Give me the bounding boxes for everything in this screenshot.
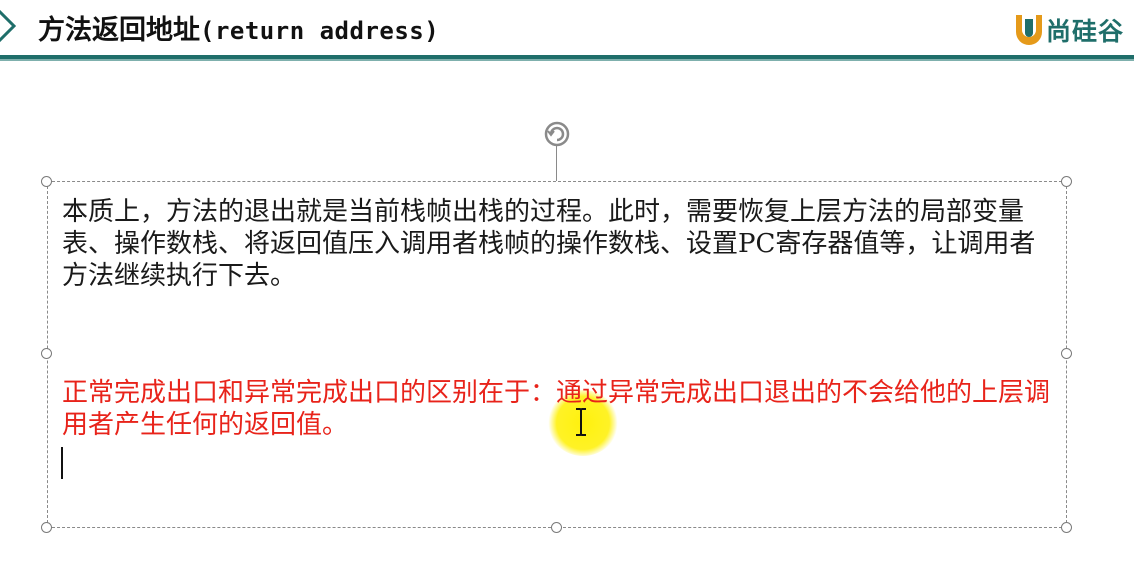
logo-icon — [1016, 15, 1042, 45]
i-beam-cursor-icon — [576, 408, 586, 436]
chevron-right-icon — [0, 9, 17, 43]
slide-title-chinese: 方法返回地址 — [38, 15, 200, 46]
resize-handle-middle-left[interactable] — [41, 348, 52, 359]
resize-handle-top-right[interactable] — [1061, 176, 1072, 187]
slide-header: 方法返回地址(return address) 尚硅谷 — [0, 0, 1134, 56]
resize-handle-top-left[interactable] — [41, 176, 52, 187]
highlighted-paragraph[interactable]: 正常完成出口和异常完成出口的区别在于：通过异常完成出口退出的不会给他的上层调用者… — [62, 377, 1052, 441]
brand-logo: 尚硅谷 — [1016, 12, 1134, 48]
logo-text: 尚硅谷 — [1046, 17, 1125, 46]
body-paragraph[interactable]: 本质上，方法的退出就是当前栈帧出栈的过程。此时，需要恢复上层方法的局部变量表、操… — [62, 196, 1052, 292]
slide-title-english: (return address) — [200, 17, 440, 45]
rotate-stem — [556, 146, 557, 181]
resize-handle-bottom-left[interactable] — [41, 522, 52, 533]
resize-handle-bottom-right[interactable] — [1061, 522, 1072, 533]
text-caret — [61, 447, 63, 479]
resize-handle-bottom-center[interactable] — [551, 522, 562, 533]
resize-handle-middle-right[interactable] — [1061, 348, 1072, 359]
slide-title: 方法返回地址(return address) — [38, 13, 439, 49]
rotate-handle-icon[interactable] — [542, 119, 572, 149]
header-divider-light — [0, 59, 1134, 61]
